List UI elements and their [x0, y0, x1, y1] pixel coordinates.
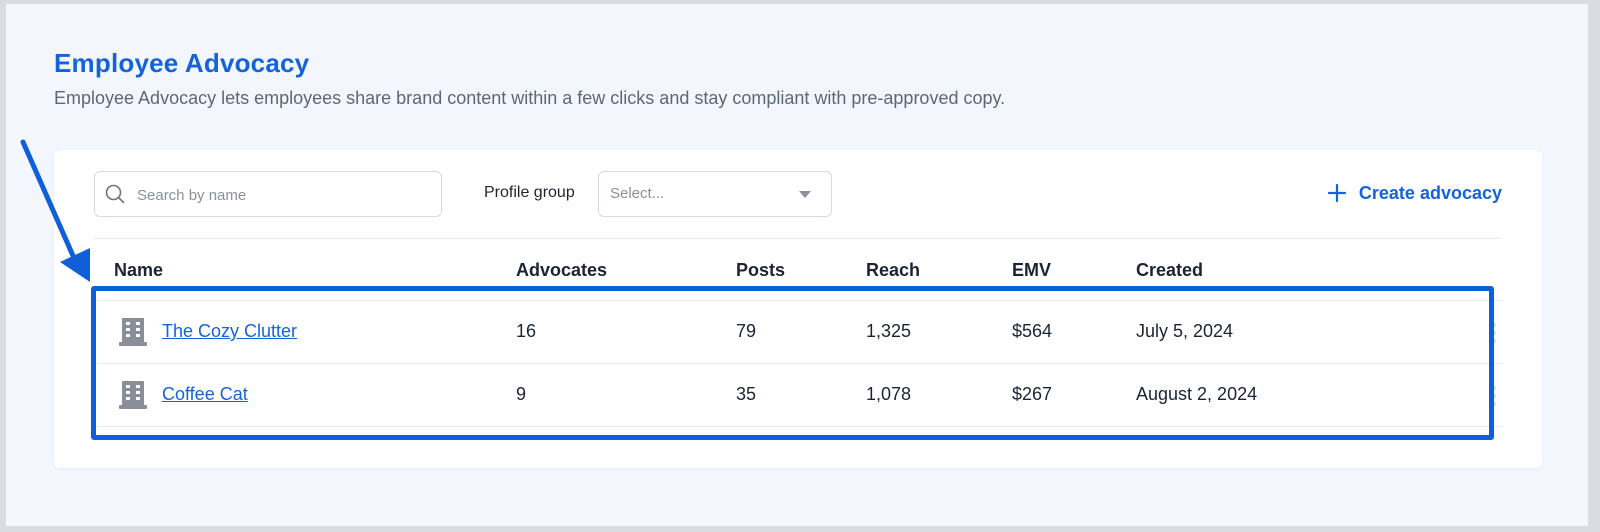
- chevron-down-icon: [799, 191, 811, 198]
- column-header-posts[interactable]: Posts: [736, 260, 785, 281]
- advocacy-name-link[interactable]: Coffee Cat: [162, 384, 248, 405]
- advocacy-card: Profile group Select... Create advocacy …: [54, 150, 1542, 468]
- app-screen: Employee Advocacy Employee Advocacy lets…: [6, 4, 1588, 526]
- kebab-menu-icon[interactable]: [1488, 385, 1498, 407]
- search-input[interactable]: [135, 172, 435, 218]
- page-title: Employee Advocacy: [54, 48, 310, 78]
- column-header-created[interactable]: Created: [1136, 260, 1203, 281]
- search-icon: [105, 184, 125, 204]
- emv-cell: $564: [1012, 321, 1053, 341]
- advocates-cell: 9: [516, 384, 527, 404]
- kebab-menu-icon[interactable]: [1488, 322, 1498, 344]
- plus-icon: [1327, 183, 1347, 203]
- table-row: The Cozy Clutter 16 79 1,325 $564 July 5…: [94, 301, 1502, 363]
- created-cell: July 5, 2024: [1136, 321, 1234, 341]
- advocates-cell: 16: [516, 321, 537, 341]
- profile-group-select-value: Select...: [610, 185, 665, 202]
- row-divider: [94, 426, 1502, 427]
- page-subtitle: Employee Advocacy lets employees share b…: [54, 88, 1006, 108]
- created-cell: August 2, 2024: [1136, 384, 1258, 404]
- building-icon: [119, 381, 147, 409]
- column-header-reach[interactable]: Reach: [866, 260, 920, 281]
- advocacy-name-link[interactable]: The Cozy Clutter: [162, 321, 297, 342]
- column-header-advocates[interactable]: Advocates: [516, 260, 607, 281]
- toolbar-divider: [94, 238, 1502, 239]
- building-icon: [119, 318, 147, 346]
- create-advocacy-button[interactable]: Create advocacy: [1327, 178, 1502, 208]
- create-advocacy-label: Create advocacy: [1358, 182, 1502, 203]
- reach-cell: 1,325: [866, 321, 912, 341]
- posts-cell: 35: [736, 384, 757, 404]
- reach-cell: 1,078: [866, 384, 912, 404]
- column-header-name[interactable]: Name: [114, 260, 163, 281]
- profile-group-select[interactable]: Select...: [598, 171, 832, 217]
- emv-cell: $267: [1012, 384, 1053, 404]
- column-header-emv[interactable]: EMV: [1012, 260, 1051, 281]
- table-row: Coffee Cat 9 35 1,078 $267 August 2, 202…: [94, 364, 1502, 426]
- search-box[interactable]: [94, 171, 442, 218]
- posts-cell: 79: [736, 321, 757, 341]
- profile-group-label: Profile group: [484, 184, 575, 201]
